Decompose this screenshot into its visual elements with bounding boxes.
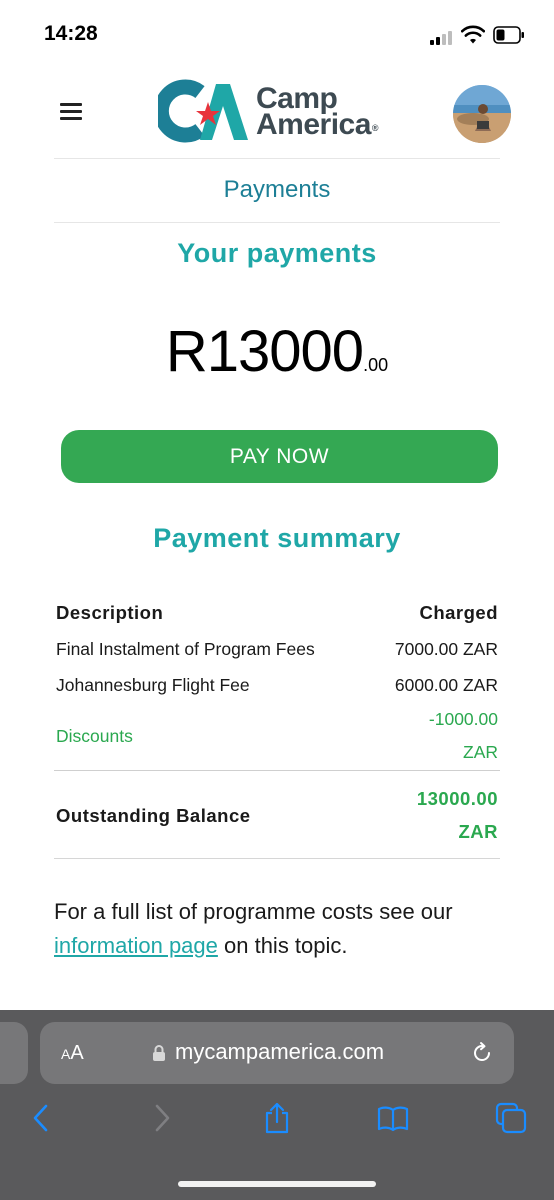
info-text-before: For a full list of programme costs see o… xyxy=(54,899,453,924)
outstanding-balance-currency: ZAR xyxy=(458,821,498,842)
nav-divider xyxy=(54,222,500,223)
browser-toolbar: AA mycampamerica.com xyxy=(0,1010,554,1200)
avatar-photo xyxy=(453,85,511,143)
programme-costs-note: For a full list of programme costs see o… xyxy=(54,895,514,963)
payment-amount: R13000.00 xyxy=(0,318,554,385)
column-header-charged: Charged xyxy=(419,602,498,623)
previous-tab-peek[interactable] xyxy=(0,1022,28,1084)
ca-monogram-icon xyxy=(158,79,248,143)
amount-cents: .00 xyxy=(363,355,389,375)
logo-wordmark: Camp America® xyxy=(256,84,379,141)
tabs-icon[interactable] xyxy=(495,1102,527,1134)
info-text-after: on this topic. xyxy=(217,933,348,958)
home-indicator xyxy=(178,1181,376,1187)
battery-icon xyxy=(493,26,524,44)
payment-summary-heading: Payment summary xyxy=(153,523,401,553)
back-icon[interactable] xyxy=(26,1102,58,1134)
discounts-label: Discounts xyxy=(56,726,133,746)
forward-icon[interactable] xyxy=(145,1102,177,1134)
text-size-button[interactable]: AA xyxy=(61,1042,84,1065)
cellular-signal-icon xyxy=(430,29,454,45)
your-payments-heading: Your payments xyxy=(177,238,377,268)
bookmarks-icon[interactable] xyxy=(377,1102,409,1134)
payments-nav-link[interactable]: Payments xyxy=(0,176,554,204)
header-divider xyxy=(54,158,500,159)
status-bar: 14:28 xyxy=(0,0,554,70)
url-text[interactable]: mycampamerica.com xyxy=(175,1039,384,1065)
logo-registered-mark: ® xyxy=(371,123,379,133)
outstanding-balance-label: Outstanding Balance xyxy=(56,805,251,826)
amount-main: R13000 xyxy=(165,319,364,384)
lock-icon xyxy=(153,1045,165,1061)
hamburger-menu-icon[interactable] xyxy=(60,101,84,121)
address-bar[interactable]: AA mycampamerica.com xyxy=(40,1022,514,1084)
row-description: Final Instalment of Program Fees xyxy=(56,639,315,659)
table-bottom-divider xyxy=(54,858,500,859)
share-icon[interactable] xyxy=(261,1102,293,1134)
outstanding-balance-amount: 13000.00 xyxy=(416,788,498,809)
row-description: Johannesburg Flight Fee xyxy=(56,675,250,695)
information-page-link[interactable]: information page xyxy=(54,933,218,958)
row-charged: 6000.00 ZAR xyxy=(394,675,498,695)
balance-divider xyxy=(54,770,500,771)
reload-icon[interactable] xyxy=(470,1041,494,1065)
status-time: 14:28 xyxy=(44,22,98,45)
column-header-description: Description xyxy=(56,602,164,623)
camp-america-logo[interactable]: Camp America® xyxy=(158,78,398,146)
pay-now-button[interactable]: PAY NOW xyxy=(61,430,498,483)
discounts-amount: -1000.00 xyxy=(428,709,498,729)
row-charged: 7000.00 ZAR xyxy=(394,639,498,659)
wifi-icon xyxy=(461,25,485,44)
discounts-currency: ZAR xyxy=(463,742,498,762)
app-header: Camp America® xyxy=(0,70,554,160)
logo-line-america: America® xyxy=(256,108,379,141)
user-avatar[interactable] xyxy=(453,85,511,143)
